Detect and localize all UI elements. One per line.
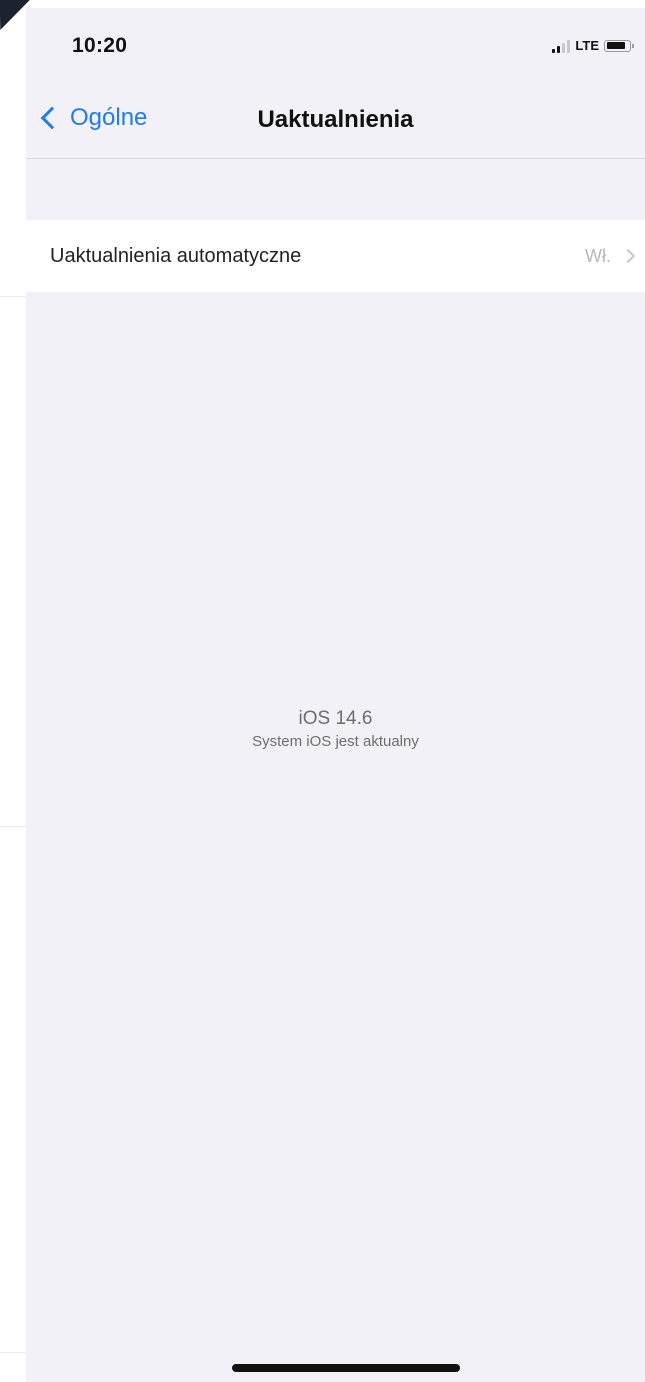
status-bar: 10:20 LTE [26, 8, 645, 80]
home-indicator[interactable] [232, 1364, 460, 1372]
phone-screen: 10:20 LTE Ogólne Uaktualnienia Uaktualni… [26, 8, 645, 1382]
auto-updates-value: Wł. [585, 245, 611, 266]
status-indicators: LTE [552, 38, 634, 53]
network-type: LTE [575, 38, 599, 53]
auto-updates-label: Uaktualnienia automatyczne [50, 244, 302, 267]
signal-icon [552, 39, 571, 53]
page-title: Uaktualnienia [257, 106, 414, 133]
page: 10:20 LTE Ogólne Uaktualnienia Uaktualni… [0, 0, 645, 1382]
update-info: iOS 14.6 System iOS jest aktualny [26, 706, 645, 752]
background-divider [0, 1352, 26, 1353]
navigation-bar: Ogólne Uaktualnienia [26, 80, 645, 159]
auto-updates-row[interactable]: Uaktualnienia automatyczne Wł. [26, 220, 645, 292]
status-time: 10:20 [72, 34, 128, 57]
battery-icon [604, 39, 634, 52]
background-divider [0, 296, 26, 297]
background-divider [0, 826, 26, 827]
chevron-right-icon [620, 248, 636, 264]
ios-version: iOS 14.6 [298, 708, 373, 729]
update-status: System iOS jest aktualny [252, 733, 419, 750]
